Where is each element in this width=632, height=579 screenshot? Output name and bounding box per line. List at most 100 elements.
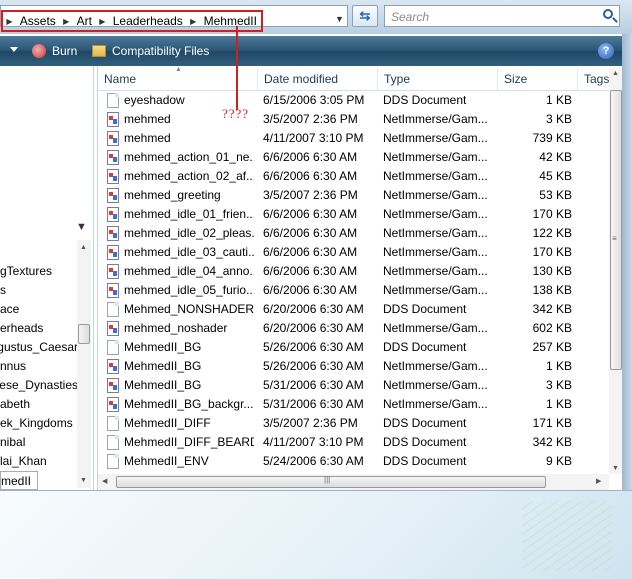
- nif-file-icon: [107, 397, 119, 412]
- nav-folder-label: lai_Khan: [0, 454, 47, 468]
- breadcrumb-item-leaderheads[interactable]: Leaderheads: [109, 14, 187, 28]
- column-header-size[interactable]: Size: [498, 68, 578, 90]
- scroll-down-icon[interactable]: ▼: [80, 477, 87, 484]
- file-row[interactable]: MehmedII_BG 5/31/2006 6:30 AM NetImmerse/G…: [98, 376, 612, 395]
- file-row[interactable]: MehmedII_BG 5/26/2006 6:30 AM NetImmerse/G…: [98, 357, 612, 376]
- file-name: mehmed_action_02_af...: [124, 169, 254, 183]
- file-row[interactable]: mehmed_idle_03_cauti... 6/6/2006 6:30 AM N…: [98, 243, 612, 262]
- file-name: mehmed_action_01_ne...: [124, 150, 254, 164]
- compatibility-files-button[interactable]: Compatibility Files: [92, 36, 209, 66]
- burn-label: Burn: [52, 44, 78, 58]
- file-row[interactable]: mehmed_action_01_ne... 6/6/2006 6:30 AM Ne…: [98, 148, 612, 167]
- scrollbar-grip-icon: |||: [324, 475, 331, 484]
- nav-folder-label: nnus: [0, 359, 27, 373]
- organize-dropdown-icon[interactable]: [10, 47, 18, 52]
- nav-folder-item[interactable]: nese_Dynasties: [0, 376, 78, 395]
- search-input[interactable]: [389, 9, 593, 25]
- file-name: mehmed_idle_02_pleas...: [124, 226, 254, 240]
- nav-folder-item[interactable]: nnus: [0, 357, 78, 376]
- file-size: 171 KB: [532, 416, 572, 430]
- annotation-line: [236, 26, 238, 110]
- refresh-button[interactable]: ⇆: [352, 5, 378, 27]
- nav-scrollbar-thumb[interactable]: [78, 324, 90, 344]
- file-row[interactable]: mehmed 3/5/2007 2:36 PM NetImmerse/Gam... 3…: [98, 110, 612, 129]
- nav-folder-item[interactable]: abeth: [0, 395, 78, 414]
- file-row[interactable]: mehmed 4/11/2007 3:10 PM NetImmerse/Gam...…: [98, 129, 612, 148]
- scroll-down-icon[interactable]: ▼: [612, 465, 619, 472]
- file-type: NetImmerse/Gam...: [383, 131, 488, 145]
- nif-file-icon: [107, 112, 119, 127]
- file-row[interactable]: mehmed_action_02_af... 6/6/2006 6:30 AM Ne…: [98, 167, 612, 186]
- breadcrumb-item-assets[interactable]: Assets: [16, 14, 60, 28]
- nav-folder-item[interactable]: ek_Kingdoms: [0, 414, 78, 433]
- breadcrumb-separator-icon[interactable]: ▶: [187, 17, 200, 26]
- dds-file-icon: [107, 93, 119, 108]
- file-row[interactable]: mehmed_noshader 6/20/2006 6:30 AM NetImmer…: [98, 319, 612, 338]
- nif-file-icon: [107, 226, 119, 241]
- vertical-scrollbar-thumb[interactable]: [610, 90, 622, 370]
- nav-folder-item[interactable]: medII: [0, 471, 38, 490]
- nav-folder-label: nese_Dynasties: [0, 378, 78, 392]
- file-date: 6/6/2006 6:30 AM: [263, 150, 358, 164]
- file-row[interactable]: eyeshadow 6/15/2006 3:05 PM DDS Document 1 …: [98, 91, 612, 110]
- file-list-vertical-scrollbar[interactable]: ▲ ≡ ▼: [609, 68, 623, 474]
- file-date: 6/6/2006 6:30 AM: [263, 264, 358, 278]
- file-date: 5/31/2006 6:30 AM: [263, 378, 364, 392]
- column-header-row: ▲ Name Date modified Type Size Tags: [98, 66, 612, 91]
- breadcrumb-separator-icon[interactable]: ▶: [96, 17, 109, 26]
- file-name: MehmedII_ENV: [124, 454, 209, 468]
- address-dropdown-icon[interactable]: ▼: [335, 14, 344, 24]
- search-icon[interactable]: [603, 9, 613, 19]
- column-header-type[interactable]: Type: [378, 68, 498, 90]
- command-bar: Burn Compatibility Files: [0, 36, 632, 66]
- nif-file-icon: [107, 131, 119, 146]
- folder-icon: [92, 45, 106, 57]
- file-row[interactable]: MehmedII_BG_backgr... 5/31/2006 6:30 AM Ne…: [98, 395, 612, 414]
- column-header-date[interactable]: Date modified: [258, 68, 378, 90]
- file-row[interactable]: MehmedII_BG 5/26/2006 6:30 AM DDS Document…: [98, 338, 612, 357]
- file-row[interactable]: MehmedII_DIFF_BEARD 4/11/2007 3:10 PM DDS …: [98, 433, 612, 452]
- file-row[interactable]: MehmedII_ENV 5/24/2006 6:30 AM DDS Documen…: [98, 452, 612, 471]
- breadcrumb-item-mehmedii[interactable]: MehmedII: [200, 14, 261, 28]
- nav-folder-label: s: [0, 283, 6, 297]
- file-row[interactable]: Mehmed_NONSHADER 6/20/2006 6:30 AM DDS Doc…: [98, 300, 612, 319]
- scroll-up-icon[interactable]: ▲: [80, 244, 87, 251]
- scroll-up-icon[interactable]: ▲: [612, 70, 619, 77]
- breadcrumb-separator-icon[interactable]: ▶: [3, 17, 16, 26]
- column-header-name[interactable]: Name: [98, 68, 258, 90]
- file-type: DDS Document: [383, 340, 467, 354]
- burn-button[interactable]: Burn: [32, 36, 77, 66]
- nav-folder-item[interactable]: gTextures: [0, 262, 78, 281]
- file-type: NetImmerse/Gam...: [383, 112, 488, 126]
- breadcrumb-item-art[interactable]: Art: [73, 14, 96, 28]
- folder-tree: gTextures s ace erheads gustus_Caesarnnus nes…: [0, 262, 78, 490]
- nav-folder-item[interactable]: s: [0, 281, 78, 300]
- help-icon[interactable]: ?: [598, 43, 614, 59]
- nav-scrollbar[interactable]: ▲ ▼: [77, 240, 91, 488]
- scroll-left-icon[interactable]: ◀: [102, 477, 107, 485]
- address-bar[interactable]: ▶ Assets ▶ Art ▶ Leaderheads ▶ MehmedII …: [0, 5, 348, 32]
- breadcrumb-separator-icon[interactable]: ▶: [60, 17, 73, 26]
- nav-folder-item[interactable]: erheads: [0, 319, 78, 338]
- scroll-right-icon[interactable]: ▶: [596, 477, 601, 485]
- file-size: 342 KB: [532, 302, 572, 316]
- folders-collapse-chevron-icon[interactable]: ▼: [76, 221, 87, 233]
- file-size: 170 KB: [532, 207, 572, 221]
- file-row[interactable]: mehmed_idle_01_frien... 6/6/2006 6:30 AM N…: [98, 205, 612, 224]
- nav-folder-item[interactable]: lai_Khan: [0, 452, 78, 471]
- file-row[interactable]: mehmed_greeting 3/5/2007 2:36 PM NetImmers…: [98, 186, 612, 205]
- file-row[interactable]: mehmed_idle_04_anno... 6/6/2006 6:30 AM Ne…: [98, 262, 612, 281]
- nav-folder-item[interactable]: nibal: [0, 433, 78, 452]
- column-header-tags[interactable]: Tags: [578, 68, 612, 90]
- file-row[interactable]: mehmed_idle_02_pleas... 6/6/2006 6:30 AM N…: [98, 224, 612, 243]
- nif-file-icon: [107, 245, 119, 260]
- horizontal-scrollbar-thumb[interactable]: [116, 476, 546, 488]
- file-row[interactable]: mehmed_idle_05_furio... 6/6/2006 6:30 AM N…: [98, 281, 612, 300]
- address-bar-row: ▶ Assets ▶ Art ▶ Leaderheads ▶ MehmedII …: [0, 0, 632, 34]
- nav-folder-item[interactable]: ace: [0, 300, 78, 319]
- nav-folder-item[interactable]: gustus_Caesar: [0, 338, 78, 357]
- annotation-text: ????: [222, 106, 250, 121]
- search-box[interactable]: [384, 5, 620, 27]
- file-row[interactable]: MehmedII_DIFF 3/5/2007 2:36 PM DDS Documen…: [98, 414, 612, 433]
- file-list-horizontal-scrollbar[interactable]: ◀ ||| ▶: [98, 474, 609, 490]
